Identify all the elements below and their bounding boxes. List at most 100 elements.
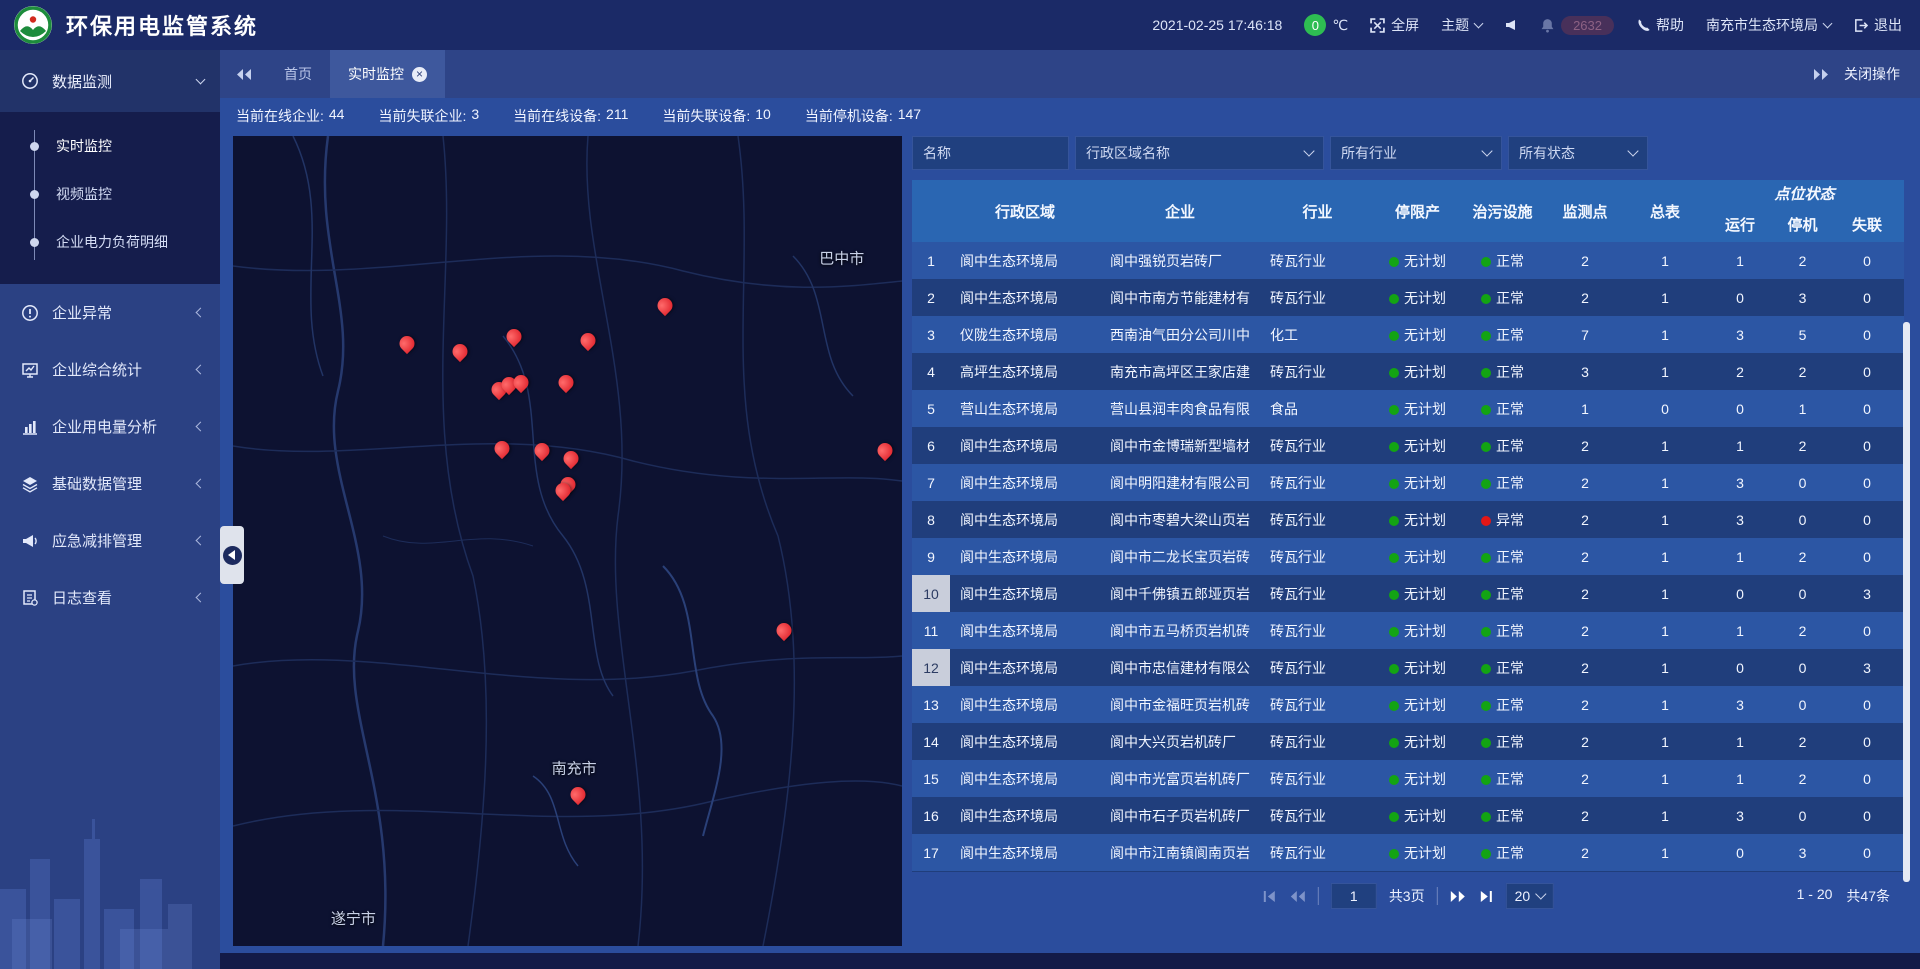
chevron-down-icon [1481,145,1492,156]
prev-page-button[interactable] [1289,890,1306,903]
close-tab-icon[interactable] [412,67,427,82]
sidebar-item-realtime-monitoring[interactable]: 实时监控 [0,122,220,170]
speaker-icon [1504,18,1518,32]
sidebar-item-power-load-detail[interactable]: 企业电力负荷明细 [0,218,220,266]
temperature-unit: ℃ [1332,17,1348,34]
cell-stop: 0 [1775,649,1830,686]
fullscreen-button[interactable]: 全屏 [1370,15,1419,35]
page-size-select[interactable]: 20 [1506,883,1555,909]
cell-region: 阆中生态环境局 [950,464,1100,501]
col-point-status-group: 点位状态 [1705,180,1904,206]
sidebar-item-base-data-management[interactable]: 基础数据管理 [0,455,220,512]
cell-meter: 1 [1625,538,1705,575]
name-filter-field[interactable] [912,136,1069,170]
tabs-scroll-left-button[interactable] [220,50,266,98]
cell-stop: 0 [1775,686,1830,723]
cell-company: 阆中市石子页岩机砖厂 [1100,797,1260,834]
cell-industry: 砖瓦行业 [1260,427,1375,464]
topbar-actions: 2021-02-25 17:46:18 0 ℃ 全屏 主题 [1152,14,1902,36]
notifications-button[interactable]: 2632 [1540,16,1614,35]
cell-facility: 正常 [1460,353,1545,390]
cell-industry: 砖瓦行业 [1260,279,1375,316]
close-operations-button[interactable]: 关闭操作 [1844,64,1900,84]
cell-industry: 建材加工 [1260,871,1375,872]
cell-limit: 无计划 [1375,760,1460,797]
table-row[interactable]: 16 阆中生态环境局 阆中市石子页岩机砖厂 砖瓦行业 无计划 正常 2 1 [912,797,1904,834]
table-row[interactable]: 12 阆中生态环境局 阆中市忠信建材有限公 砖瓦行业 无计划 正常 2 1 [912,649,1904,686]
page-number-input[interactable]: 1 [1331,883,1377,909]
cell-stop: 5 [1775,316,1830,353]
table-row[interactable]: 15 阆中生态环境局 阆中市光富页岩机砖厂 砖瓦行业 无计划 正常 2 1 [912,760,1904,797]
status-dot [1481,849,1491,859]
chevron-down-icon [1474,19,1484,29]
next-page-button[interactable] [1450,890,1467,903]
theme-dropdown[interactable]: 主题 [1441,15,1482,35]
col-company: 企业 [1100,180,1260,242]
sidebar-item-enterprise-statistics[interactable]: 企业综合统计 [0,341,220,398]
double-chevron-right-icon[interactable] [1813,68,1830,81]
table-row[interactable]: 3 仪陇生态环境局 西南油气田分公司川中 化工 无计划 正常 7 1 [912,316,1904,353]
status-dot [1481,812,1491,822]
tab-home[interactable]: 首页 [266,50,330,98]
table-row[interactable]: 1 阆中生态环境局 阆中强锐页岩砖厂 砖瓦行业 无计划 正常 2 1 [912,242,1904,279]
region-filter-select[interactable]: 行政区域名称 [1075,136,1324,170]
sidebar-item-enterprise-abnormal[interactable]: 企业异常 [0,284,220,341]
table-row[interactable]: 7 阆中生态环境局 阆中明阳建材有限公司 砖瓦行业 无计划 正常 2 1 [912,464,1904,501]
cell-industry: 砖瓦行业 [1260,760,1375,797]
cell-lost: 0 [1830,538,1904,575]
table-scrollbar[interactable] [1903,322,1910,882]
user-menu[interactable]: 南充市生态环境局 [1706,15,1831,35]
top-header: 环保用电监管系统 2021-02-25 17:46:18 0 ℃ 全屏 主题 [0,0,1920,50]
cell-stop: 3 [1775,834,1830,871]
table-row[interactable]: 2 阆中生态环境局 阆中市南方节能建材有 砖瓦行业 无计划 正常 2 1 [912,279,1904,316]
sidebar-item-video-monitoring[interactable]: 视频监控 [0,170,220,218]
tab-realtime-monitoring[interactable]: 实时监控 [330,50,445,98]
cell-points: 2 [1545,575,1625,612]
sidebar-item-power-usage-analysis[interactable]: 企业用电量分析 [0,398,220,455]
cell-facility: 正常 [1460,797,1545,834]
logout-button[interactable]: 退出 [1853,15,1902,35]
table-row[interactable]: 4 高坪生态环境局 南充市高坪区王家店建 砖瓦行业 无计划 正常 3 1 [912,353,1904,390]
table-row[interactable]: 6 阆中生态环境局 阆中市金博瑞新型墙材 砖瓦行业 无计划 正常 2 1 [912,427,1904,464]
name-filter-input[interactable] [923,145,1058,161]
table-row[interactable]: 13 阆中生态环境局 阆中市金福旺页岩机砖 砖瓦行业 无计划 正常 2 1 [912,686,1904,723]
table-row[interactable]: 18 南部生态环境局 南部县双化土陶有限公 建材加工 无计划 正常 6 0 [912,871,1904,872]
status-dot [1389,738,1399,748]
collapse-panel-handle[interactable] [220,526,244,584]
map-panel[interactable]: 巴中市 南充市 遂宁市 [233,136,902,946]
col-facility: 治污设施 [1460,180,1545,242]
cell-limit: 无计划 [1375,279,1460,316]
table-row[interactable]: 10 阆中生态环境局 阆中千佛镇五郎垭页岩 砖瓦行业 无计划 正常 2 1 [912,575,1904,612]
last-page-button[interactable] [1479,890,1494,903]
sidebar-item-log-view[interactable]: 日志查看 [0,569,220,626]
cell-lost: 0 [1830,686,1904,723]
cell-run: 2 [1705,353,1775,390]
gauge-icon [20,72,40,90]
table-row[interactable]: 8 阆中生态环境局 阆中市枣碧大梁山页岩 砖瓦行业 无计划 异常 2 1 [912,501,1904,538]
help-button[interactable]: 帮助 [1636,15,1684,35]
mute-button[interactable] [1504,18,1518,32]
sidebar-item-emergency-reduction[interactable]: 应急减排管理 [0,512,220,569]
cell-lost: 0 [1830,316,1904,353]
sidebar-item-data-monitoring[interactable]: 数据监测 [0,50,220,112]
industry-filter-select[interactable]: 所有行业 [1330,136,1502,170]
cell-run: 0 [1705,390,1775,427]
cell-limit: 无计划 [1375,390,1460,427]
table-row[interactable]: 5 营山生态环境局 营山县润丰肉食品有限 食品 无计划 正常 1 0 [912,390,1904,427]
cell-company: 阆中市金博瑞新型墙材 [1100,427,1260,464]
table-row[interactable]: 14 阆中生态环境局 阆中大兴页岩机砖厂 砖瓦行业 无计划 正常 2 1 [912,723,1904,760]
cell-limit: 无计划 [1375,353,1460,390]
cell-points: 2 [1545,427,1625,464]
cell-points: 2 [1545,464,1625,501]
status-filter-select[interactable]: 所有状态 [1508,136,1648,170]
table-row[interactable]: 9 阆中生态环境局 阆中市二龙长宝页岩砖 砖瓦行业 无计划 正常 2 1 [912,538,1904,575]
table-row[interactable]: 11 阆中生态环境局 阆中市五马桥页岩机砖 砖瓦行业 无计划 正常 2 1 [912,612,1904,649]
cell-industry: 砖瓦行业 [1260,612,1375,649]
row-index: 7 [912,464,950,501]
status-dot [1389,775,1399,785]
first-page-button[interactable] [1262,890,1277,903]
megaphone-icon [20,532,40,550]
table-row[interactable]: 17 阆中生态环境局 阆中市江南镇阆南页岩 砖瓦行业 无计划 正常 2 1 [912,834,1904,871]
divider [1437,887,1438,905]
status-dot [1389,664,1399,674]
